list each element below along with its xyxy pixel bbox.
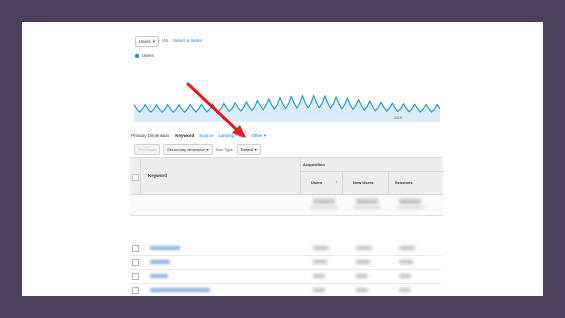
analytics-report: Users ▾ VS. Select a metric Users 2015 ·…	[22, 22, 543, 296]
total-users-blurred	[313, 199, 335, 204]
row-checkbox[interactable]	[132, 245, 139, 252]
dimension-other-link[interactable]: Other ▾	[251, 133, 266, 139]
secondary-dimension-dropdown[interactable]: Secondary dimension ▾	[163, 144, 213, 155]
cell-blurred	[313, 274, 325, 278]
metric-dropdown[interactable]: Users ▾	[135, 36, 160, 47]
cell-blurred	[356, 260, 370, 264]
chevron-down-icon: ▾	[206, 147, 209, 152]
plot-rows-button[interactable]: Plot Rows	[134, 144, 161, 155]
sort-type-dropdown[interactable]: Default ▾	[236, 144, 261, 155]
new-users-column-header[interactable]: New Users	[353, 180, 373, 185]
chevron-down-icon: ▾	[152, 38, 156, 44]
acquisition-group: Acquisition Users ↓ New Users Sessions	[300, 158, 444, 194]
cell-blurred	[356, 288, 368, 292]
keyword-column-header[interactable]: Keyword	[148, 173, 167, 178]
cell-blurred	[399, 274, 411, 278]
total-new-users-sub-blurred	[353, 206, 381, 209]
table-row[interactable]	[130, 270, 443, 284]
total-users-sub-blurred	[310, 206, 338, 209]
axis-year-label: 2015	[394, 116, 402, 120]
chart-legend: Users	[135, 53, 154, 58]
cell-blurred	[399, 246, 415, 250]
secondary-dimension-label: Secondary dimension	[167, 147, 206, 152]
table-row[interactable]	[130, 284, 443, 296]
total-sessions-sub-blurred	[396, 206, 424, 209]
keyword-link-blurred[interactable]	[150, 246, 180, 250]
total-new-users-blurred	[356, 199, 378, 204]
sort-desc-icon[interactable]: ↓	[335, 179, 338, 185]
total-sessions-blurred	[399, 199, 421, 204]
screenshot-frame: Users ▾ VS. Select a metric Users 2015 ·…	[22, 22, 543, 296]
cell-blurred	[313, 288, 325, 292]
table-toolbar: Plot Rows Secondary dimension ▾ Sort Typ…	[134, 144, 261, 155]
keyword-table: Keyword Acquisition Users ↓ New Users Se…	[130, 157, 444, 296]
acquisition-header: Acquisition	[303, 162, 325, 167]
select-all-checkbox[interactable]	[132, 174, 139, 181]
cell-blurred	[313, 260, 327, 264]
row-checkbox[interactable]	[132, 259, 139, 266]
dimension-other-label: Other	[251, 133, 263, 138]
header-divider	[301, 171, 444, 172]
vs-label: VS.	[162, 38, 170, 43]
select-metric-link[interactable]: Select a metric	[173, 38, 203, 43]
cell-blurred	[399, 288, 411, 292]
keyword-link-blurred[interactable]	[150, 274, 168, 278]
cell-blurred	[356, 246, 372, 250]
cell-blurred	[313, 246, 329, 250]
legend-label: Users	[142, 53, 154, 58]
red-arrow-annotation	[186, 82, 246, 138]
sessions-column-header[interactable]: Sessions	[395, 180, 413, 185]
table-row[interactable]	[130, 256, 443, 270]
totals-row	[130, 195, 443, 216]
table-header: Keyword Acquisition Users ↓ New Users Se…	[130, 158, 444, 195]
row-checkbox[interactable]	[132, 273, 139, 280]
select-all-cell	[130, 158, 141, 194]
users-column-header[interactable]: Users	[311, 180, 322, 185]
sort-type-label: Sort Type:	[215, 147, 234, 152]
cell-blurred	[399, 260, 413, 264]
column-divider	[388, 172, 389, 194]
chevron-down-icon: ▾	[263, 133, 267, 138]
primary-dimension-label: Primary Dimension:	[131, 133, 171, 138]
cell-blurred	[356, 274, 368, 278]
column-divider	[342, 172, 343, 194]
table-row[interactable]	[130, 242, 443, 256]
sort-type-value: Default	[240, 147, 254, 152]
row-checkbox[interactable]	[132, 287, 139, 294]
metric-selected-label: Users	[139, 39, 151, 44]
keyword-link-blurred[interactable]	[150, 260, 170, 264]
legend-dot-icon	[135, 53, 139, 58]
axis-corner-label: · · ·	[429, 123, 434, 127]
keyword-link-blurred[interactable]	[150, 288, 210, 292]
chevron-down-icon: ▾	[254, 147, 257, 152]
